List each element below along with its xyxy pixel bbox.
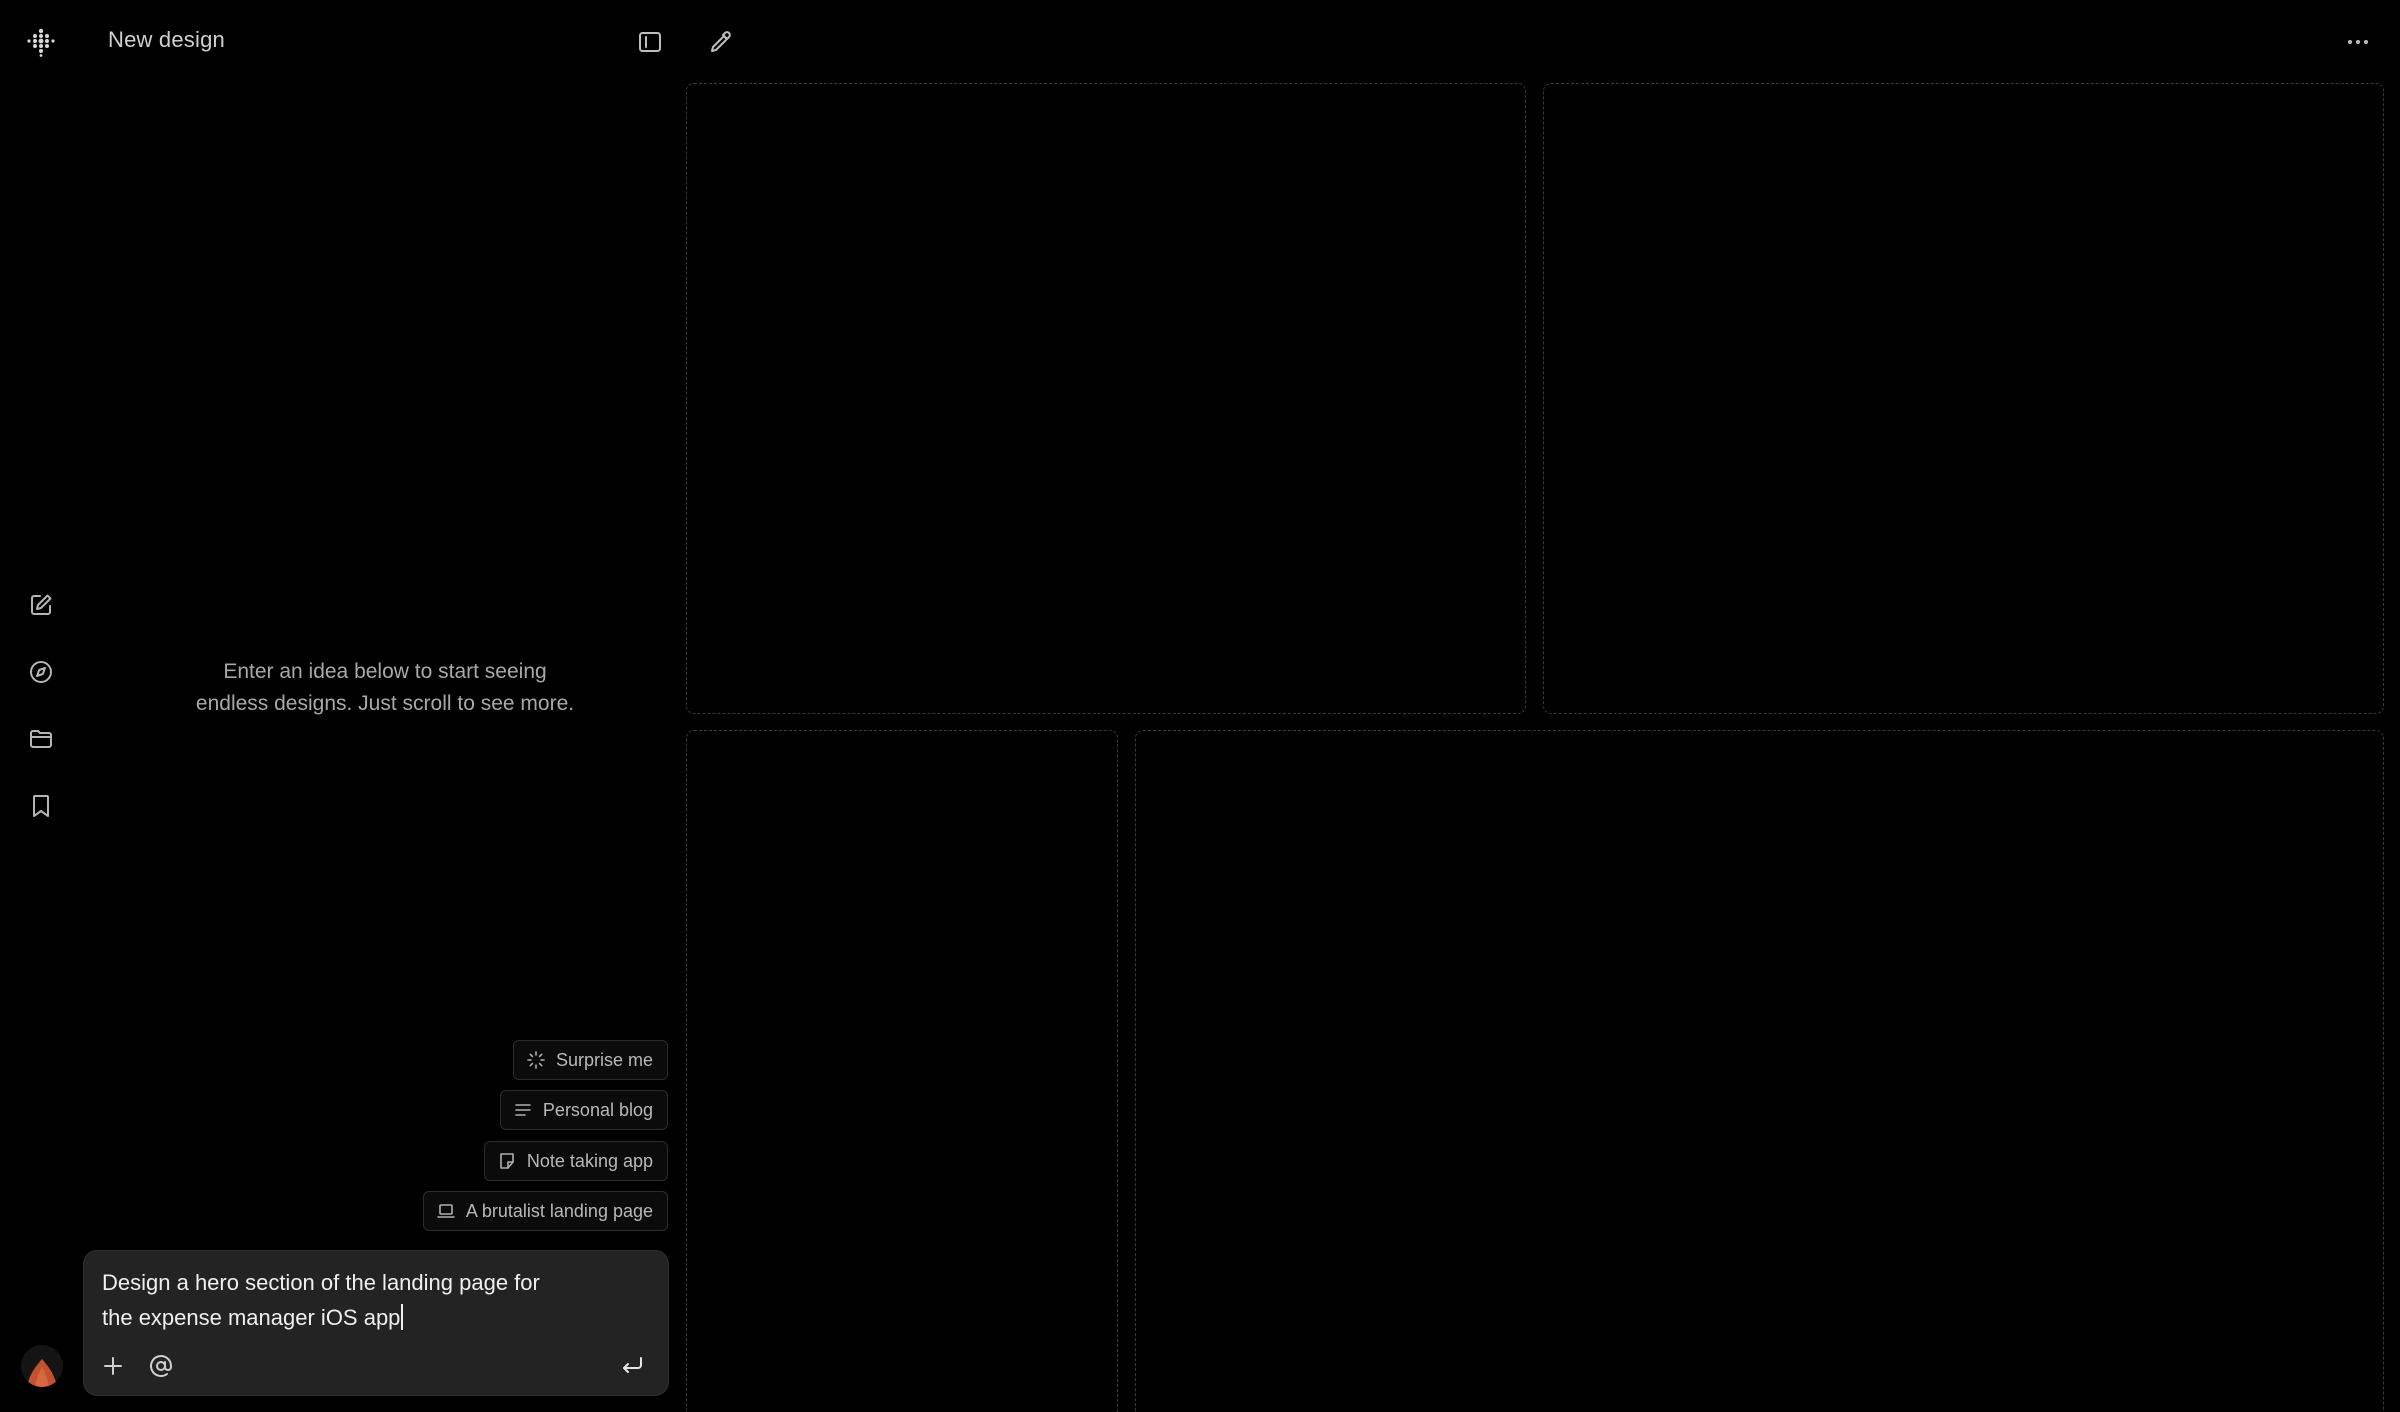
enter-icon bbox=[623, 1357, 642, 1373]
mention-button[interactable] bbox=[143, 1348, 179, 1384]
new-design-icon[interactable] bbox=[24, 588, 58, 622]
logo-icon[interactable] bbox=[24, 25, 58, 59]
empty-state-line: Enter an idea below to start seeing bbox=[223, 660, 547, 683]
page-title: New design bbox=[108, 27, 225, 52]
empty-state-line: endless designs. Just scroll to see more… bbox=[195, 692, 575, 715]
lines-icon bbox=[515, 1104, 531, 1116]
sparkle-icon bbox=[527, 1051, 545, 1069]
toggle-sidebar-button[interactable] bbox=[630, 22, 670, 62]
suggestion-label: Personal blog bbox=[542, 1099, 653, 1120]
suggestion-label: Note taking app bbox=[526, 1150, 653, 1171]
at-sign-icon bbox=[150, 1355, 172, 1377]
avatar[interactable] bbox=[21, 1345, 63, 1387]
prompt-line-wrap: the expense manager iOS app bbox=[102, 1300, 622, 1335]
design-placeholder-1[interactable] bbox=[686, 83, 1526, 714]
suggestion-surprise-me[interactable]: Surprise me bbox=[512, 1040, 668, 1080]
prompt-line: the expense manager iOS app bbox=[102, 1305, 401, 1330]
prompt-composer[interactable]: Design a hero section of the landing pag… bbox=[83, 1250, 669, 1396]
prompt-line: Design a hero section of the landing pag… bbox=[102, 1270, 540, 1295]
more-horizontal-icon bbox=[2348, 40, 2368, 44]
design-placeholder-2[interactable] bbox=[1543, 83, 2384, 714]
suggestion-label: Surprise me bbox=[555, 1049, 653, 1070]
laptop-icon bbox=[437, 1204, 455, 1218]
design-placeholder-4[interactable] bbox=[1135, 730, 2384, 1412]
suggestion-note-taking-app[interactable]: Note taking app bbox=[483, 1141, 668, 1181]
sidebar-icon bbox=[639, 32, 661, 52]
design-placeholder-3[interactable] bbox=[686, 730, 1118, 1412]
text-caret bbox=[401, 1304, 404, 1330]
folder-icon[interactable] bbox=[24, 722, 58, 756]
eyedropper-button[interactable] bbox=[700, 22, 740, 62]
compass-icon[interactable] bbox=[24, 655, 58, 689]
suggestion-personal-blog[interactable]: Personal blog bbox=[499, 1090, 668, 1130]
empty-state-text: Enter an idea below to start seeing endl… bbox=[150, 656, 620, 720]
more-options-button[interactable] bbox=[2338, 22, 2378, 62]
suggestion-label: A brutalist landing page bbox=[465, 1200, 653, 1221]
submit-button[interactable] bbox=[614, 1348, 650, 1384]
note-icon bbox=[500, 1153, 514, 1169]
eyedropper-icon bbox=[711, 31, 731, 52]
app-window: New design Enter an idea below to start … bbox=[0, 0, 2400, 1412]
prompt-input[interactable]: Design a hero section of the landing pag… bbox=[102, 1265, 622, 1335]
plus-icon bbox=[104, 1357, 122, 1375]
suggestion-brutalist-landing-page[interactable]: A brutalist landing page bbox=[422, 1191, 668, 1231]
left-rail bbox=[0, 0, 82, 1412]
bookmark-icon[interactable] bbox=[24, 789, 58, 823]
add-attachment-button[interactable] bbox=[95, 1348, 131, 1384]
